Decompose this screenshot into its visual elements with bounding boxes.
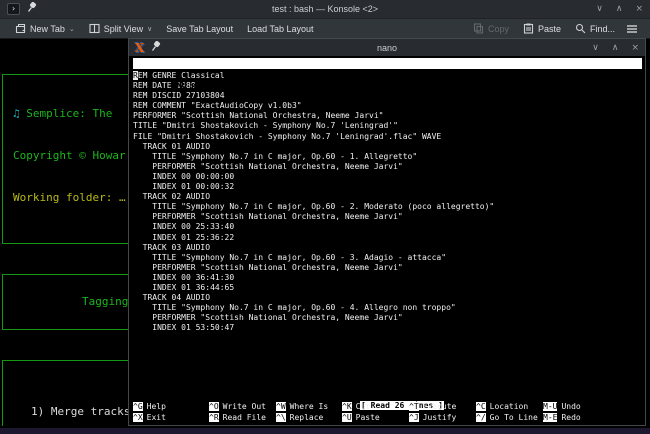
nano-shortcut: ^KCut (342, 402, 409, 413)
nano-window-controls: ∨ ∧ × (592, 39, 639, 57)
load-tab-layout-button[interactable]: Load Tab Layout (240, 19, 320, 38)
nano-shortcut: ^\Replace (276, 413, 342, 424)
nano-line: FILE "Dmitri Shostakovich - Symphony No.… (133, 132, 642, 142)
nano-screen[interactable]: /home/hjr/.local/share/semplice2/tmp/tmp… (129, 56, 645, 425)
desktop: { "icons": { "minimize": "∨", "maximize"… (0, 0, 650, 434)
nano-line: TITLE "Dmitri Shostakovich - Symphony No… (133, 121, 642, 131)
nano-line: INDEX 01 25:36:22 (133, 233, 642, 243)
nano-line: TRACK 02 AUDIO (133, 192, 642, 202)
new-tab-button[interactable]: New Tab ⌄ (8, 19, 82, 38)
nano-line: INDEX 01 36:44:65 (133, 283, 642, 293)
nano-version: GNU nano 7.2 (172, 81, 230, 90)
pin-icon[interactable] (27, 0, 37, 18)
nano-line: TRACK 04 AUDIO (133, 293, 642, 303)
konsole-app-icon[interactable]: › (7, 3, 20, 15)
nano-window-title: nano (129, 43, 645, 53)
nano-window: X nano ∨ ∧ × /home/hjr/.local/share/semp… (128, 38, 646, 426)
find-label: Find... (590, 24, 615, 34)
nano-status-line: [ Read 26 lines ] (133, 391, 642, 402)
nano-shortcut: M-ERedo (543, 413, 642, 424)
nano-shortcuts: ^GHelp^OWrite Out^WWhere Is^KCut^TExecut… (133, 402, 642, 423)
nano-line: REM DISCID 27103804 (133, 91, 642, 101)
nano-line: PERFORMER "Scottish National Orchestra, … (133, 162, 642, 172)
nano-shortcut: ^/Go To Line (476, 413, 543, 424)
minimize-icon[interactable]: ∨ (592, 39, 599, 57)
split-view-label: Split View (104, 24, 143, 34)
nano-shortcut: ^TExecute (409, 402, 476, 413)
nano-line: PERFORMER "Scottish National Orchestra, … (133, 212, 642, 222)
nano-line: REM COMMENT "ExactAudioCopy v1.0b3" (133, 101, 642, 111)
hamburger-icon (626, 24, 638, 34)
menu-item-tagging[interactable]: Tagging (82, 295, 128, 308)
nano-line: TITLE "Symphony No.7 in C major, Op.60 -… (133, 202, 642, 212)
window-controls: ∨ ∧ × (596, 0, 643, 18)
nano-titlebar[interactable]: X nano ∨ ∧ × (129, 39, 645, 56)
paste-button[interactable]: Paste (516, 19, 568, 38)
copy-icon (473, 23, 484, 34)
paste-icon (523, 23, 534, 34)
window-title: test : bash — Konsole <2> (0, 4, 650, 14)
nano-shortcut: ^RRead File (209, 413, 276, 424)
nano-line: TRACK 01 AUDIO (133, 142, 642, 152)
nano-shortcut: ^GHelp (133, 402, 209, 413)
xorg-icon: X (135, 42, 144, 54)
nano-shortcut: M-UUndo (543, 402, 642, 413)
nano-shortcut: ^UPaste (342, 413, 409, 424)
copy-button[interactable]: Copy (466, 19, 516, 38)
close-icon[interactable]: × (631, 39, 639, 57)
hamburger-menu-button[interactable] (622, 19, 642, 38)
music-notes-icon: ♫ (13, 107, 20, 120)
konsole-titlebar[interactable]: › test : bash — Konsole <2> ∨ ∧ × (0, 0, 650, 18)
new-tab-label: New Tab (30, 24, 65, 34)
maximize-icon[interactable]: ∧ (616, 0, 623, 18)
nano-line: INDEX 01 00:00:32 (133, 182, 642, 192)
find-button[interactable]: Find... (568, 19, 622, 38)
nano-shortcut: ^OWrite Out (209, 402, 276, 413)
chevron-down-icon: ∨ (147, 25, 152, 33)
nano-shortcut: ^CLocation (476, 402, 543, 413)
nano-header-bar: /home/hjr/.local/share/semplice2/tmp/tmp… (133, 58, 642, 69)
save-tab-layout-button[interactable]: Save Tab Layout (159, 19, 240, 38)
nano-line: PERFORMER "Scottish National Orchestra, … (133, 263, 642, 273)
nano-line: INDEX 00 25:33:40 (133, 222, 642, 232)
nano-line: INDEX 01 53:50:47 (133, 323, 642, 333)
nano-shortcut: ^XExit (133, 413, 209, 424)
search-icon (575, 23, 586, 34)
nano-line: PERFORMER "Scottish National Orchestra, … (133, 111, 642, 121)
nano-line: INDEX 00 00:00:00 (133, 172, 642, 182)
nano-shortcut: ^JJustify (409, 413, 476, 424)
pin-icon[interactable] (151, 39, 161, 57)
split-view-icon (89, 23, 100, 34)
nano-line: TRACK 03 AUDIO (133, 243, 642, 253)
copy-label: Copy (488, 24, 509, 34)
konsole-toolbar: New Tab ⌄ Split View ∨ Save Tab Layout L… (0, 18, 650, 39)
minimize-icon[interactable]: ∨ (596, 0, 603, 18)
load-tab-layout-label: Load Tab Layout (247, 24, 313, 34)
nano-line: TITLE "Symphony No.7 in C major, Op.60 -… (133, 152, 642, 162)
nano-line: TITLE "Symphony No.7 in C major, Op.60 -… (133, 303, 642, 313)
new-tab-icon (15, 23, 26, 34)
nano-file-path: /home/hjr/.local/share/semplice2/tmp/tmp… (133, 69, 642, 80)
maximize-icon[interactable]: ∧ (612, 39, 619, 57)
nano-line: INDEX 00 36:41:30 (133, 273, 642, 283)
paste-label: Paste (538, 24, 561, 34)
nano-shortcut: ^WWhere Is (276, 402, 342, 413)
nano-line: PERFORMER "Scottish National Orchestra, … (133, 313, 642, 323)
split-view-button[interactable]: Split View ∨ (82, 19, 159, 38)
close-icon[interactable]: × (635, 0, 643, 18)
nano-editor[interactable]: REM GENRE ClassicalREM DATE 1988REM DISC… (133, 71, 642, 391)
save-tab-layout-label: Save Tab Layout (166, 24, 233, 34)
chevron-down-icon: ⌄ (69, 25, 75, 33)
nano-line: TITLE "Symphony No.7 in C major, Op.60 -… (133, 253, 642, 263)
